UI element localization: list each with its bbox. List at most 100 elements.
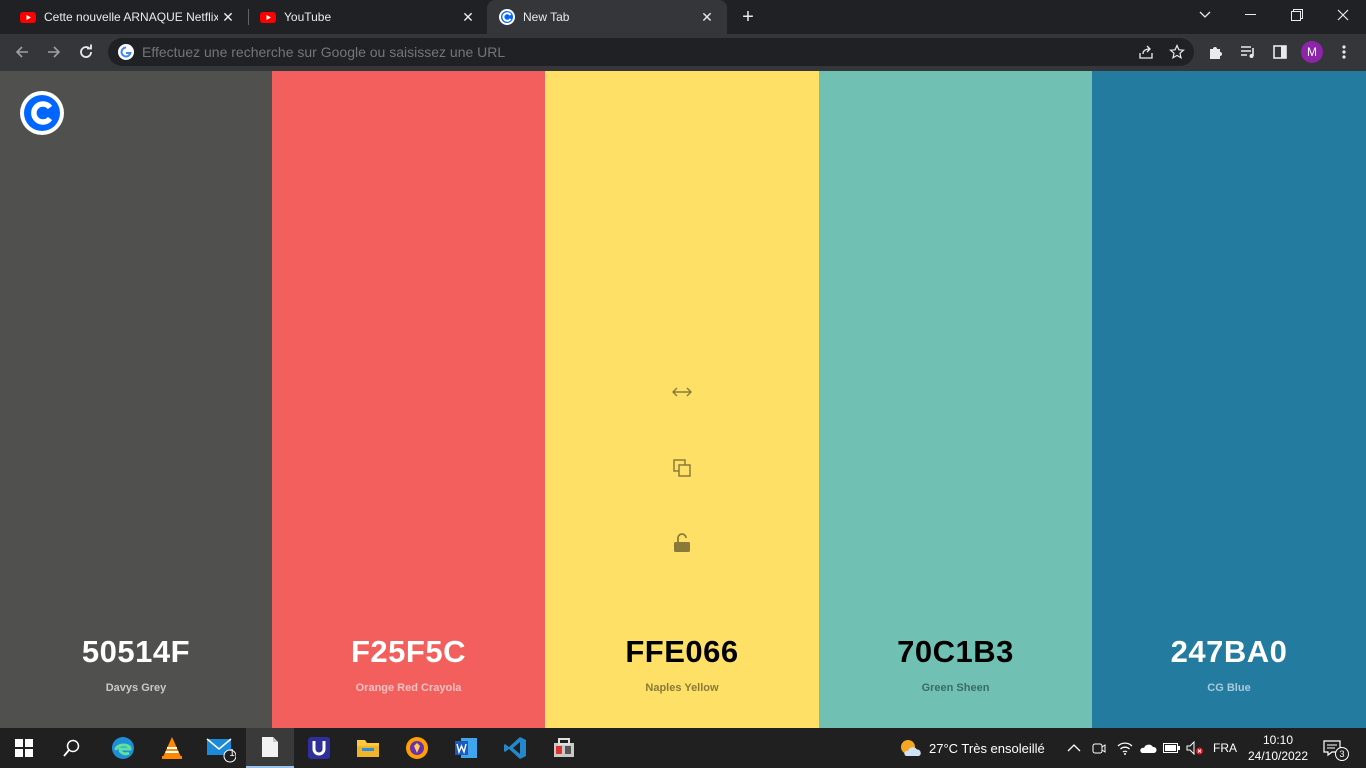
swatch-hex[interactable]: 70C1B3 [819,634,1092,670]
menu-button[interactable] [1330,38,1358,66]
browser-toolbar: M [0,34,1366,71]
swatch-hex[interactable]: 50514F [0,634,272,670]
youtube-icon [20,12,36,23]
coolors-icon [499,9,515,25]
clock-time: 10:10 [1262,733,1294,747]
close-icon[interactable]: ✕ [458,7,478,27]
taskbar-edge[interactable] [99,728,147,768]
taskbar-app[interactable] [540,728,588,768]
close-icon[interactable]: ✕ [218,7,238,27]
restore-icon [1291,9,1303,21]
taskbar-vlc[interactable] [148,728,196,768]
close-icon [1337,9,1349,21]
omnibox-input[interactable] [142,44,1132,60]
chevron-down-icon [1199,11,1211,18]
share-button[interactable] [1132,38,1160,66]
share-icon [1139,45,1153,59]
close-icon[interactable]: ✕ [697,7,717,27]
notifications-button[interactable]: 3 [1322,728,1349,768]
start-button[interactable] [0,728,48,768]
browser-app-icon [406,737,428,759]
volume-muted-icon [1186,741,1203,755]
swatch-name[interactable]: Davys Grey [0,682,272,694]
google-icon [118,44,134,60]
tab-title: Cette nouvelle ARNAQUE Netflix [44,10,218,24]
weather-sun-cloud-icon [901,740,921,756]
bookmark-button[interactable] [1163,38,1191,66]
taskbar-ulaa[interactable] [295,728,343,768]
swatch-hex[interactable]: 247BA0 [1092,634,1366,670]
arrows-horizontal-icon [672,387,692,397]
arrow-left-icon [15,46,28,58]
wifi-icon [1117,742,1133,755]
lock-button[interactable] [670,531,694,555]
tab-title: New Tab [523,10,570,24]
taskbar-mail[interactable]: 1 [197,728,245,768]
swatch-hex[interactable]: F25F5C [272,634,545,670]
youtube-icon [260,12,276,23]
close-window-button[interactable] [1320,0,1366,30]
search-button[interactable] [48,728,96,768]
palette-swatch[interactable]: 247BA0 CG Blue [1092,71,1366,728]
media-control-button[interactable] [1234,38,1262,66]
swatch-name[interactable]: CG Blue [1092,682,1366,694]
palette-swatch[interactable]: F25F5C Orange Red Crayola [272,71,545,728]
swatch-name[interactable]: Orange Red Crayola [272,682,545,694]
weather-text: 27°C Très ensoleillé [929,740,1045,756]
tab-bar: Cette nouvelle ARNAQUE Netflix ✕ YouTube… [0,0,1366,34]
weather-widget[interactable]: 27°C Très ensoleillé [898,728,1045,768]
tab-search-button[interactable] [1182,0,1228,30]
notifications-badge: 3 [1335,747,1349,761]
palette-swatch[interactable]: FFE066 Naples Yellow [545,71,819,728]
reload-button[interactable] [72,38,100,66]
side-panel-icon [1273,45,1287,59]
taskbar-word[interactable] [442,728,490,768]
forward-button[interactable] [40,38,68,66]
vscode-icon [504,737,526,759]
search-icon [63,739,80,757]
new-tab-button[interactable]: + [737,6,759,28]
restore-button[interactable] [1274,0,1320,30]
tab-youtube-video[interactable]: Cette nouvelle ARNAQUE Netflix ✕ [0,0,248,34]
tray-network[interactable] [1117,728,1133,768]
palette-swatch[interactable]: 50514F Davys Grey [0,71,272,728]
tab-new-tab[interactable]: New Tab ✕ [487,0,727,34]
copy-button[interactable] [670,456,694,480]
address-bar[interactable] [108,38,1194,66]
more-vert-icon [1342,45,1346,59]
star-icon [1169,44,1185,60]
tray-battery[interactable] [1163,728,1181,768]
playlist-icon [1241,46,1254,58]
minimize-button[interactable] [1228,0,1274,30]
swatch-name[interactable]: Green Sheen [819,682,1092,694]
taskbar-vscode[interactable] [491,728,539,768]
taskbar-file[interactable] [246,728,294,768]
word-icon [455,738,477,758]
profile-button[interactable]: M [1298,38,1326,66]
puzzle-icon [1210,47,1222,59]
show-hidden-icons-button[interactable] [1067,728,1081,768]
unlock-icon [674,533,690,552]
taskbar-file-explorer[interactable] [344,728,392,768]
swatch-name[interactable]: Naples Yellow [545,682,819,694]
tray-volume[interactable] [1186,728,1204,768]
tray-language[interactable]: FRA [1213,728,1237,768]
tray-camera[interactable] [1092,728,1106,768]
vlc-icon [162,737,182,759]
tray-clock[interactable]: 10:10 24/10/2022 [1242,728,1314,768]
side-panel-button[interactable] [1266,38,1294,66]
swatch-hex[interactable]: FFE066 [545,634,819,670]
reload-icon [80,44,92,58]
back-button[interactable] [8,38,36,66]
taskbar-brave[interactable] [393,728,441,768]
tab-youtube[interactable]: YouTube ✕ [240,0,488,34]
tray-onedrive[interactable] [1139,728,1157,768]
palette: 50514F Davys Grey F25F5C Orange Red Cray… [0,71,1366,728]
edge-icon [112,737,134,759]
taskbar: 1 27°C Très ensoleillé FRA 10:10 24/10/2… [0,728,1366,768]
mail-badge: 1 [229,748,235,759]
coolors-logo-icon[interactable] [20,91,64,135]
extensions-button[interactable] [1202,38,1230,66]
drag-button[interactable] [670,380,694,404]
palette-swatch[interactable]: 70C1B3 Green Sheen [819,71,1092,728]
